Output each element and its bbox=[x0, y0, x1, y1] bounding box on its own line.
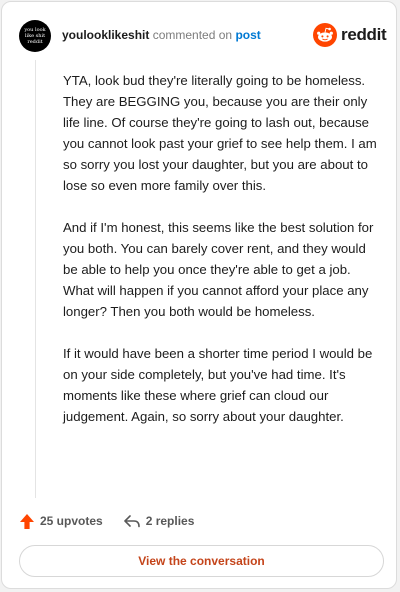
replies-button[interactable]: 2 replies bbox=[123, 513, 195, 529]
upvote-button[interactable]: 25 upvotes bbox=[19, 513, 103, 530]
reply-icon bbox=[123, 515, 140, 528]
comment-paragraph: And if I'm honest, this seems like the b… bbox=[63, 220, 374, 319]
comment-header: youlooklikeshit commented on post bbox=[62, 28, 261, 42]
avatar[interactable]: you look like shit reddit bbox=[19, 20, 51, 52]
replies-count: 2 replies bbox=[145, 514, 195, 528]
username[interactable]: youlooklikeshit bbox=[62, 28, 149, 42]
upvote-count: 25 upvotes bbox=[40, 514, 103, 528]
reddit-logo-icon bbox=[313, 23, 337, 47]
upvote-arrow-icon bbox=[20, 513, 34, 529]
comment-card: you look like shit reddit youlooklikeshi… bbox=[1, 1, 397, 589]
comment-paragraph: YTA, look bud they're literally going to… bbox=[63, 73, 377, 193]
reddit-logo[interactable]: reddit bbox=[313, 23, 387, 47]
post-link[interactable]: post bbox=[235, 28, 260, 42]
view-conversation-button[interactable]: View the conversation bbox=[19, 545, 384, 577]
commented-on-text: commented on bbox=[152, 28, 233, 42]
comment-body: YTA, look bud they're literally going to… bbox=[63, 70, 381, 448]
avatar-text-3: reddit bbox=[27, 39, 43, 45]
comment-paragraph: If it would have been a shorter time per… bbox=[63, 346, 373, 424]
reddit-logo-text: reddit bbox=[341, 25, 387, 44]
thread-line[interactable] bbox=[35, 60, 36, 498]
comment-actions: 25 upvotes 2 replies bbox=[19, 510, 194, 532]
